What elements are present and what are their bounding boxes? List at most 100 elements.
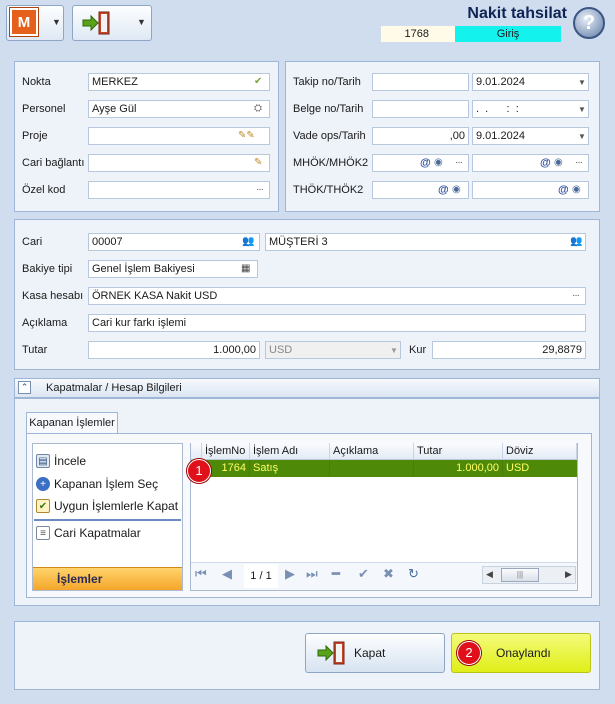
- uygun-kapat-label: Uygun İşlemlerle Kapat: [54, 499, 179, 513]
- onaylandi-label: Onaylandı: [496, 646, 551, 660]
- ellipsis-icon[interactable]: ···: [455, 155, 463, 171]
- scroll-thumb[interactable]: |||: [501, 568, 539, 582]
- cari-baglanti-field[interactable]: [88, 154, 270, 172]
- cell-tutar[interactable]: 1.000,00: [414, 460, 503, 477]
- thok-label: THÖK/THÖK2: [293, 184, 364, 196]
- cell-doviz[interactable]: USD: [503, 460, 577, 477]
- ozel-kod-field[interactable]: [88, 181, 270, 199]
- app-menu-button[interactable]: M ▼: [6, 5, 64, 41]
- dropdown-icon[interactable]: ▼: [578, 75, 586, 91]
- document-number: 1768: [381, 26, 455, 42]
- dropdown-icon: ▼: [390, 346, 398, 355]
- calculator-icon[interactable]: ▦: [241, 261, 250, 277]
- email-icon[interactable]: @: [438, 182, 449, 198]
- ozel-kod-label: Özel kod: [22, 184, 66, 196]
- view-icon[interactable]: ◉: [554, 155, 563, 171]
- personel-field[interactable]: Ayşe Gül: [88, 100, 270, 118]
- step-badge-1: 1: [187, 459, 211, 483]
- dropdown-icon[interactable]: ▼: [578, 102, 586, 118]
- customer-lookup-icon[interactable]: 👥: [242, 234, 254, 250]
- exit-button[interactable]: ▼: [72, 5, 152, 41]
- uygun-kapat-menu-item[interactable]: ✔ Uygun İşlemlerle Kapat: [36, 499, 178, 513]
- kur-field[interactable]: 29,8879: [432, 341, 586, 359]
- view-icon[interactable]: ◉: [452, 182, 461, 198]
- cari-code-field[interactable]: 00007: [88, 233, 260, 251]
- mhok2-field[interactable]: [472, 154, 589, 172]
- kapat-button[interactable]: Kapat: [305, 633, 445, 673]
- help-icon: ?: [582, 11, 596, 34]
- nokta-label: Nokta: [22, 76, 51, 88]
- aciklama-field[interactable]: Cari kur farkı işlemi: [88, 314, 586, 332]
- vade-date-field[interactable]: 9.01.2024: [472, 127, 589, 145]
- cell-aciklama[interactable]: [330, 460, 414, 477]
- refresh-icon[interactable]: ↻: [408, 566, 419, 582]
- takip-no-field[interactable]: [372, 73, 469, 91]
- kapanan-sec-label: Kapanan İşlem Seç: [54, 477, 159, 491]
- tutar-field[interactable]: 1.000,00: [88, 341, 260, 359]
- grid-row-indicator-header: [191, 443, 202, 460]
- kasa-field[interactable]: ÖRNEK KASA Nakit USD: [88, 287, 586, 305]
- add-circle-icon: +: [36, 477, 50, 491]
- ellipsis-icon[interactable]: ···: [572, 288, 580, 304]
- col-header-doviz[interactable]: Döviz: [503, 443, 577, 460]
- belge-no-field[interactable]: [372, 100, 469, 118]
- cari-name-field[interactable]: MÜŞTERİ 3: [265, 233, 586, 251]
- step-badge-2: 2: [457, 641, 481, 665]
- ellipsis-icon[interactable]: ···: [575, 155, 583, 171]
- cancel-icon[interactable]: ✖: [383, 566, 394, 582]
- belge-date-field[interactable]: . . : :: [472, 100, 589, 118]
- email-icon[interactable]: @: [558, 182, 569, 198]
- check-icon: ✔: [254, 76, 263, 87]
- scroll-right-icon[interactable]: ▶: [565, 569, 572, 580]
- dropdown-icon[interactable]: ▼: [578, 129, 586, 145]
- personel-label: Personel: [22, 103, 66, 115]
- inspect-icon: ▤: [36, 454, 50, 468]
- nokta-field[interactable]: MERKEZ: [88, 73, 270, 91]
- link-lookup-icon: ✎: [254, 157, 263, 168]
- aciklama-label: Açıklama: [22, 317, 68, 329]
- tab-kapanan-islemler[interactable]: Kapanan İşlemler: [26, 412, 118, 434]
- col-header-islem-adi[interactable]: İşlem Adı: [250, 443, 330, 460]
- prev-page-icon[interactable]: ◀: [222, 566, 232, 582]
- kapat-label: Kapat: [354, 646, 386, 660]
- scroll-left-icon[interactable]: ◀: [486, 569, 493, 580]
- view-icon[interactable]: ◉: [434, 155, 443, 171]
- kur-label: Kur: [409, 344, 427, 356]
- islemler-group-button[interactable]: İşlemler: [33, 567, 182, 590]
- islemler-label: İşlemler: [57, 572, 103, 586]
- view-icon[interactable]: ◉: [572, 182, 581, 198]
- col-header-tutar[interactable]: Tutar: [414, 443, 503, 460]
- vade-label: Vade ops/Tarih: [293, 130, 366, 142]
- incele-label: İncele: [54, 454, 87, 468]
- bakiye-field[interactable]: Genel İşlem Bakiyesi: [88, 260, 258, 278]
- ellipsis-icon[interactable]: ···: [256, 182, 264, 198]
- col-header-aciklama[interactable]: Açıklama: [330, 443, 414, 460]
- last-page-icon[interactable]: ⏭: [306, 566, 318, 582]
- help-button[interactable]: ?: [573, 7, 605, 39]
- cari-kapatmalar-label: Cari Kapatmalar: [54, 526, 141, 540]
- col-header-islemno[interactable]: İşlemNo: [202, 443, 250, 460]
- collapse-icon[interactable]: ⌃: [18, 381, 31, 394]
- kapatmalar-section-header[interactable]: ⌃ Kapatmalar / Hesap Bilgileri: [14, 378, 600, 398]
- vade-ops-field[interactable]: ,00: [372, 127, 469, 145]
- remove-icon[interactable]: ━: [332, 566, 340, 582]
- page-indicator: 1 / 1: [244, 564, 278, 588]
- takip-date-field[interactable]: 9.01.2024: [472, 73, 589, 91]
- kapanan-sec-menu-item[interactable]: + Kapanan İşlem Seç: [36, 477, 158, 491]
- horizontal-scrollbar[interactable]: ◀ ||| ▶: [482, 566, 576, 584]
- chevron-down-icon: ▼: [52, 17, 61, 27]
- first-page-icon[interactable]: ⏮: [195, 566, 207, 582]
- project-lookup-icon: ✎✎: [238, 130, 255, 141]
- chevron-down-icon: ▼: [137, 17, 146, 27]
- cari-kapatmalar-menu-item[interactable]: ≡ Cari Kapatmalar: [36, 526, 141, 540]
- incele-menu-item[interactable]: ▤ İncele: [36, 454, 86, 468]
- belge-label: Belge no/Tarih: [293, 103, 364, 115]
- checkmark-icon[interactable]: ✔: [358, 566, 369, 582]
- mhok-label: MHÖK/MHÖK2: [293, 157, 369, 169]
- next-page-icon[interactable]: ▶: [285, 566, 295, 582]
- email-icon[interactable]: @: [420, 155, 431, 171]
- customer-lookup-icon[interactable]: 👥: [570, 234, 582, 250]
- email-icon[interactable]: @: [540, 155, 551, 171]
- cell-islem-adi[interactable]: Satış: [250, 460, 330, 477]
- kasa-label: Kasa hesabı: [22, 290, 84, 302]
